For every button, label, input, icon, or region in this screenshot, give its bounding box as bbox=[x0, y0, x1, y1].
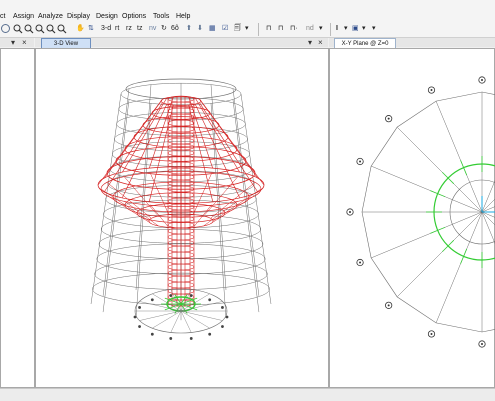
support-node bbox=[189, 294, 193, 297]
checkbox-icon[interactable]: ☑ bbox=[222, 24, 228, 34]
pan-pointer-icon[interactable]: ⇅ bbox=[88, 24, 94, 34]
rotate-icon[interactable]: ↻ bbox=[161, 24, 167, 34]
dropdown-icon[interactable]: ▾ bbox=[245, 24, 249, 34]
plan-frames bbox=[346, 76, 495, 348]
dropdown-icon[interactable]: ▾ bbox=[362, 24, 366, 34]
view-tz-button[interactable]: tz bbox=[137, 24, 142, 34]
menu-display[interactable]: Display bbox=[67, 13, 90, 21]
support-node bbox=[169, 337, 173, 340]
viewport-3d[interactable] bbox=[35, 48, 329, 388]
support-node bbox=[221, 325, 224, 328]
support-node bbox=[221, 306, 224, 309]
perspective-icon[interactable]: 6ô bbox=[171, 24, 179, 34]
play-icon[interactable] bbox=[1, 24, 10, 33]
nd-button[interactable]: nd bbox=[306, 24, 314, 34]
support-node bbox=[133, 315, 137, 319]
frame-draw-icon[interactable]: ⊓ bbox=[278, 24, 283, 34]
support-node bbox=[225, 315, 229, 319]
hand-icon[interactable]: ✋ bbox=[76, 24, 85, 34]
shaft-frames bbox=[167, 95, 195, 307]
toolbar-separator bbox=[258, 23, 259, 36]
dropdown-icon[interactable]: ▾ bbox=[344, 24, 348, 34]
menu-help[interactable]: Help bbox=[176, 13, 190, 21]
toolbar: ✋ ⇅ 3-d rt rz tz nv ↻ 6ô ⬆ ⬇ ▦ ☑ 🗐 ▾ ⊓ ⊓… bbox=[0, 22, 495, 38]
area-icon[interactable]: ▣ bbox=[352, 24, 359, 34]
zoom-out-icon[interactable] bbox=[24, 24, 34, 34]
move-up-icon[interactable]: ⬆ bbox=[186, 24, 192, 34]
move-down-icon[interactable]: ⬇ bbox=[197, 24, 203, 34]
view-rt-button[interactable]: rt bbox=[115, 24, 119, 34]
viewport-plan[interactable] bbox=[329, 48, 495, 388]
tab-xy-plane[interactable]: X-Y Plane @ Z=0 bbox=[334, 38, 396, 48]
toolbar-separator bbox=[330, 23, 331, 36]
center-close-icon[interactable]: × bbox=[318, 38, 323, 47]
zoom-all-icon[interactable] bbox=[57, 24, 67, 34]
support-node bbox=[208, 298, 212, 302]
support-node bbox=[189, 337, 193, 340]
support-node bbox=[138, 325, 141, 328]
more-icon[interactable]: ▾ bbox=[372, 24, 376, 34]
center-pin-icon[interactable]: ▾ bbox=[308, 38, 312, 47]
left-close-icon[interactable]: × bbox=[22, 38, 27, 47]
zoom-window-icon[interactable] bbox=[35, 24, 45, 34]
menu-design[interactable]: Design bbox=[96, 13, 118, 21]
left-pin-icon[interactable]: ▾ bbox=[11, 38, 15, 47]
tab-3d-view[interactable]: 3-D View bbox=[41, 38, 91, 48]
view-3d-button[interactable]: 3-d bbox=[101, 24, 111, 34]
menu-select[interactable]: ct bbox=[0, 13, 5, 21]
menu-analyze[interactable]: Analyze bbox=[38, 13, 63, 21]
support-node bbox=[150, 298, 154, 302]
view-nv-button[interactable]: nv bbox=[149, 24, 156, 34]
model-plan-drawing bbox=[346, 76, 495, 348]
zoom-in-icon[interactable] bbox=[13, 24, 23, 34]
show-icon[interactable]: 🗐 bbox=[234, 24, 241, 34]
menu-bar: ct Assign Analyze Display Design Options… bbox=[0, 0, 495, 22]
frame-member-icon[interactable]: ⊓· bbox=[290, 24, 298, 34]
left-panel bbox=[0, 48, 35, 388]
support-node bbox=[150, 332, 154, 336]
menu-tools[interactable]: Tools bbox=[153, 13, 169, 21]
dropdown-icon[interactable]: ▾ bbox=[319, 24, 323, 34]
view-rz-button[interactable]: rz bbox=[126, 24, 132, 34]
menu-options[interactable]: Options bbox=[122, 13, 146, 21]
support-node bbox=[169, 294, 173, 297]
support-node bbox=[208, 332, 212, 336]
model-3d-drawing bbox=[90, 78, 272, 340]
zoom-tools[interactable] bbox=[13, 24, 75, 35]
frame-section-icon[interactable]: ⊓ bbox=[266, 24, 271, 34]
axis-icon bbox=[481, 196, 495, 213]
grid-icon[interactable]: ▦ bbox=[209, 24, 216, 34]
menu-assign[interactable]: Assign bbox=[13, 13, 34, 21]
section-icon[interactable]: I bbox=[336, 24, 338, 34]
support-node bbox=[138, 306, 141, 309]
zoom-previous-icon[interactable] bbox=[46, 24, 56, 34]
status-bar bbox=[0, 388, 495, 401]
left-panel-header bbox=[0, 38, 34, 47]
